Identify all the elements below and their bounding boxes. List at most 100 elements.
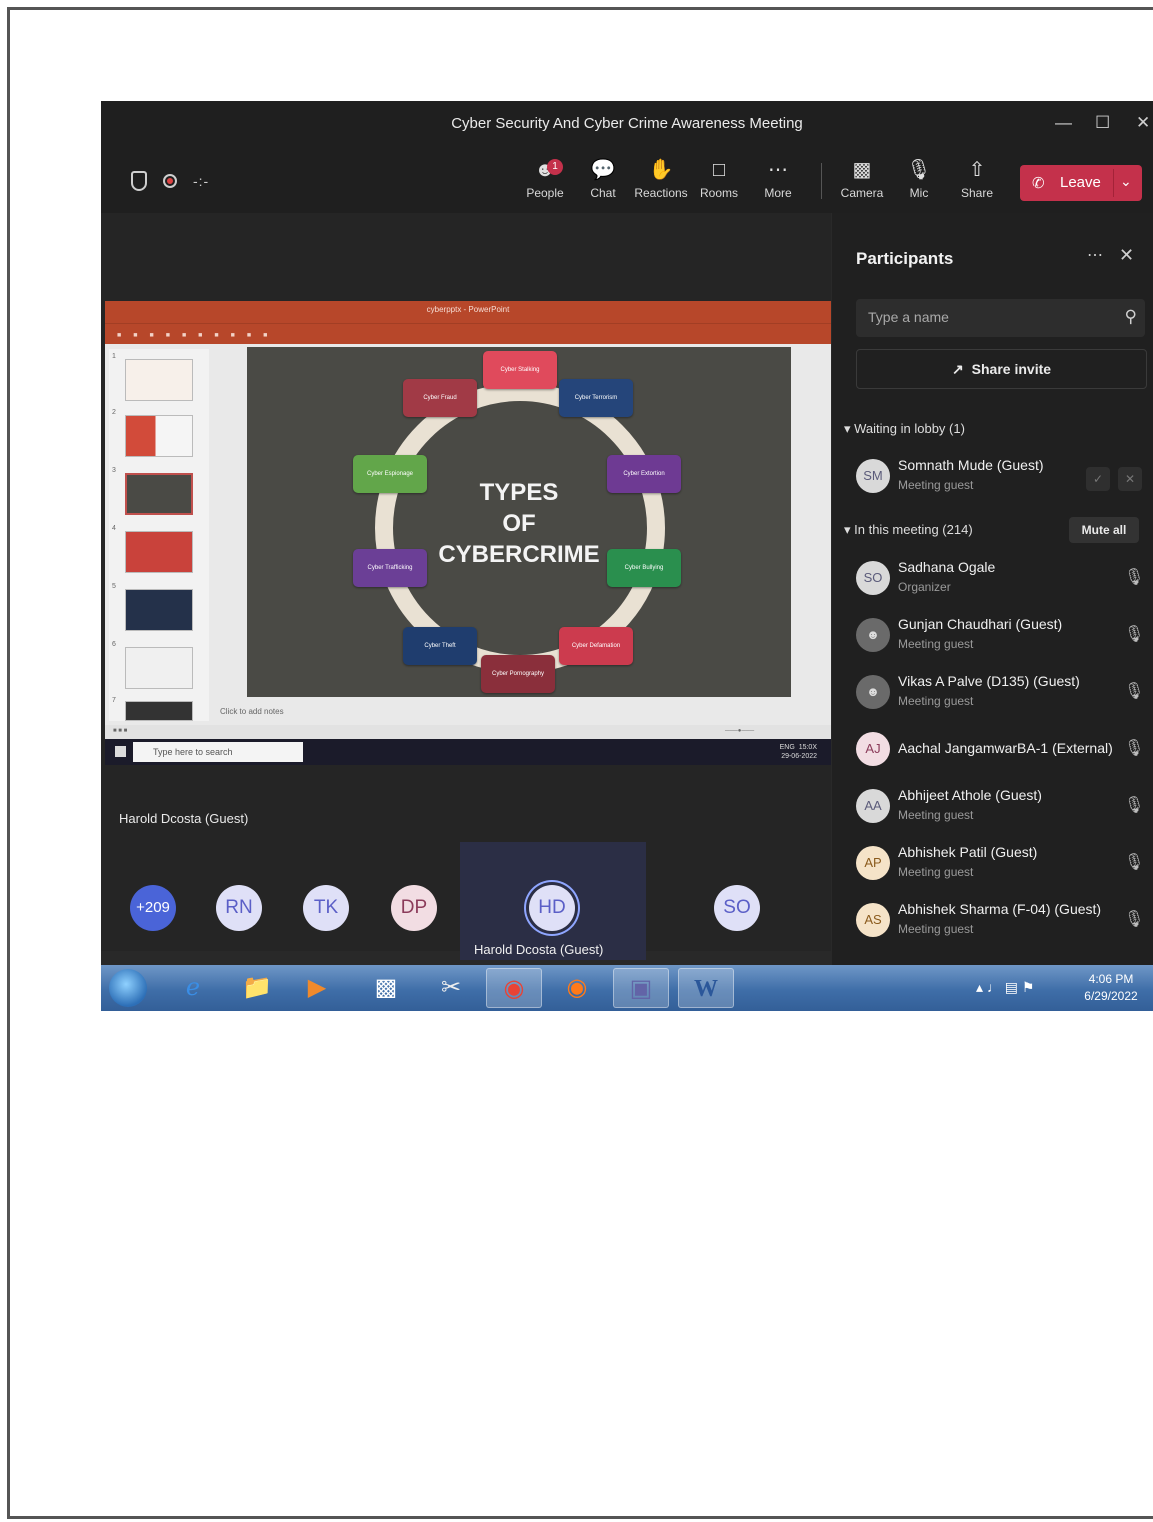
internet-explorer-icon[interactable]: ℯ: [165, 968, 221, 1008]
start-button[interactable]: [109, 969, 147, 1007]
admit-button[interactable]: ✓: [1086, 467, 1110, 491]
participant-row[interactable]: ☻ Gunjan Chaudhari (Guest) Meeting guest…: [856, 612, 1146, 660]
chrome-icon[interactable]: ◉: [486, 968, 542, 1008]
share-button[interactable]: ⇧ Share: [946, 157, 1008, 200]
people-icon: ☻: [534, 159, 556, 181]
participant-avatar: SM: [856, 459, 890, 493]
notes-placeholder[interactable]: Click to add notes: [220, 707, 284, 716]
system-tray-icons[interactable]: ▴ ♩ ▤ ⚑: [976, 979, 1034, 996]
people-button[interactable]: ☻ 1 People: [514, 157, 576, 218]
more-icon: ⋯: [768, 159, 788, 181]
shared-tray: ENG 15:0X 29-06-2022: [780, 743, 817, 761]
more-button[interactable]: ⋯ More: [747, 157, 809, 200]
mic-off-icon: 🎙: [1124, 911, 1145, 928]
participant-avatar[interactable]: RN: [216, 885, 262, 931]
clock-time: 4:06 PM: [1088, 972, 1134, 986]
tray-date: 29-06-2022: [781, 753, 817, 760]
cycle-box: Cyber Bullying: [607, 549, 681, 587]
teams-meeting-window: Cyber Security And Cyber Crime Awareness…: [101, 101, 1153, 1011]
close-icon[interactable]: ✕: [1119, 245, 1134, 266]
participant-row[interactable]: AP Abhishek Patil (Guest) Meeting guest …: [856, 840, 1146, 888]
participant-row[interactable]: ☻ Vikas A Palve (D135) (Guest) Meeting g…: [856, 669, 1146, 717]
speaker-avatar[interactable]: HD: [529, 885, 575, 931]
overflow-participants[interactable]: +209: [130, 885, 176, 931]
minimize-icon[interactable]: —: [1055, 113, 1072, 133]
participant-search[interactable]: Type a name ⚲: [856, 299, 1145, 337]
thumb-number: 6: [112, 641, 116, 648]
media-player-icon[interactable]: ▶: [289, 968, 345, 1008]
leave-button[interactable]: ✆ Leave ⌄: [1020, 165, 1142, 201]
taskbar-clock[interactable]: 4:06 PM 6/29/2022: [1081, 971, 1141, 1005]
participant-avatar[interactable]: SO: [714, 885, 760, 931]
camera-label: Camera: [840, 186, 884, 200]
participant-row[interactable]: SO Sadhana Ogale Organizer 🎙: [856, 555, 1146, 603]
person-icon: ☻: [856, 675, 890, 709]
slide-thumbnail[interactable]: [125, 473, 193, 515]
slide-thumbnail[interactable]: [125, 701, 193, 721]
lobby-participant: SM Somnath Mude (Guest) Meeting guest ✓ …: [856, 453, 1146, 501]
reactions-icon: ✋: [648, 159, 674, 181]
slide-thumbnail[interactable]: [125, 359, 193, 401]
participant-role: Organizer: [898, 580, 951, 594]
share-invite-label: Share invite: [971, 361, 1052, 377]
slide-title-line: TYPES: [479, 479, 559, 506]
meeting-section-header[interactable]: ▾ In this meeting (214): [844, 522, 973, 538]
mic-off-icon: 🎙: [906, 159, 932, 181]
participant-row[interactable]: AJ Aachal JangamwarBA-1 (External) 🎙: [856, 726, 1146, 774]
participant-row[interactable]: AA Abhijeet Athole (Guest) Meeting guest…: [856, 783, 1146, 831]
mic-off-icon: 🎙: [1124, 683, 1145, 700]
reactions-button[interactable]: ✋ Reactions: [630, 157, 692, 200]
tray-time: 15:0X: [798, 744, 817, 751]
share-invite-button[interactable]: ↗ Share invite: [856, 349, 1147, 389]
zoom-icon[interactable]: ▩: [358, 968, 414, 1008]
powerpoint-title: cyberpptx - PowerPoint: [426, 305, 510, 314]
slide-thumbnail[interactable]: [125, 589, 193, 631]
slide-thumbnail[interactable]: [125, 647, 193, 689]
title-bar: Cyber Security And Cyber Crime Awareness…: [101, 101, 1153, 149]
participant-name: Abhishek Patil (Guest): [898, 844, 1038, 860]
mic-off-icon: 🎙: [1124, 740, 1145, 757]
teams-icon[interactable]: ▣: [613, 968, 669, 1008]
word-icon[interactable]: W: [678, 968, 734, 1008]
slide-thumbnail[interactable]: [125, 415, 193, 457]
recording-icon: [163, 174, 177, 188]
rooms-button[interactable]: □ Rooms: [688, 157, 750, 200]
participant-row[interactable]: AS Abhishek Sharma (F-04) (Guest) Meetin…: [856, 897, 1146, 945]
participant-role: Meeting guest: [898, 808, 974, 822]
participant-avatar: AS: [856, 903, 890, 937]
camera-button[interactable]: ▩ Camera: [831, 157, 893, 200]
chevron-down-icon[interactable]: ⌄: [1120, 173, 1132, 190]
reactions-label: Reactions: [634, 186, 688, 200]
toolbar-divider: [821, 163, 822, 199]
participant-name: Aachal JangamwarBA-1 (External): [898, 740, 1113, 756]
lobby-section-header[interactable]: ▾ Waiting in lobby (1): [844, 421, 965, 437]
participants-panel: Participants ⋯ ✕ Type a name ⚲ ↗ Share in…: [832, 213, 1153, 965]
more-options-icon[interactable]: ⋯: [1087, 245, 1103, 265]
slide-thumbnail[interactable]: [125, 531, 193, 573]
thumb-number: 5: [112, 583, 116, 590]
powerpoint-ribbon: ■ ■ ■ ■ ■ ■ ■ ■ ■ ■: [105, 323, 831, 344]
maximize-icon[interactable]: ☐: [1095, 113, 1110, 133]
cycle-box: Cyber Extortion: [607, 455, 681, 493]
meeting-title: Cyber Security And Cyber Crime Awareness…: [451, 115, 803, 132]
snipping-tool-icon[interactable]: ✂: [423, 968, 479, 1008]
file-explorer-icon[interactable]: 📁: [229, 968, 285, 1008]
slide-canvas: TYPES OF CYBERCRIME Cyber Stalking Cyber…: [247, 347, 791, 697]
participant-avatar[interactable]: DP: [391, 885, 437, 931]
participant-avatar[interactable]: TK: [303, 885, 349, 931]
deny-button[interactable]: ✕: [1118, 467, 1142, 491]
mute-all-button[interactable]: Mute all: [1069, 517, 1139, 543]
firefox-icon[interactable]: ◉: [549, 968, 605, 1008]
participant-name: Somnath Mude (Guest): [898, 457, 1044, 473]
close-window-icon[interactable]: ✕: [1136, 113, 1150, 133]
clock-date: 6/29/2022: [1084, 989, 1138, 1003]
search-placeholder: Type a name: [868, 309, 949, 325]
cycle-box: Cyber Trafficking: [353, 549, 427, 587]
mic-button[interactable]: 🎙 Mic: [888, 157, 950, 200]
meeting-status-group: -:-: [131, 171, 209, 191]
chat-button[interactable]: 💬 Chat: [572, 157, 634, 200]
search-icon: ⚲: [1124, 307, 1137, 326]
cycle-box: Cyber Espionage: [353, 455, 427, 493]
thumb-number: 3: [112, 467, 116, 474]
cycle-box: Cyber Fraud: [403, 379, 477, 417]
